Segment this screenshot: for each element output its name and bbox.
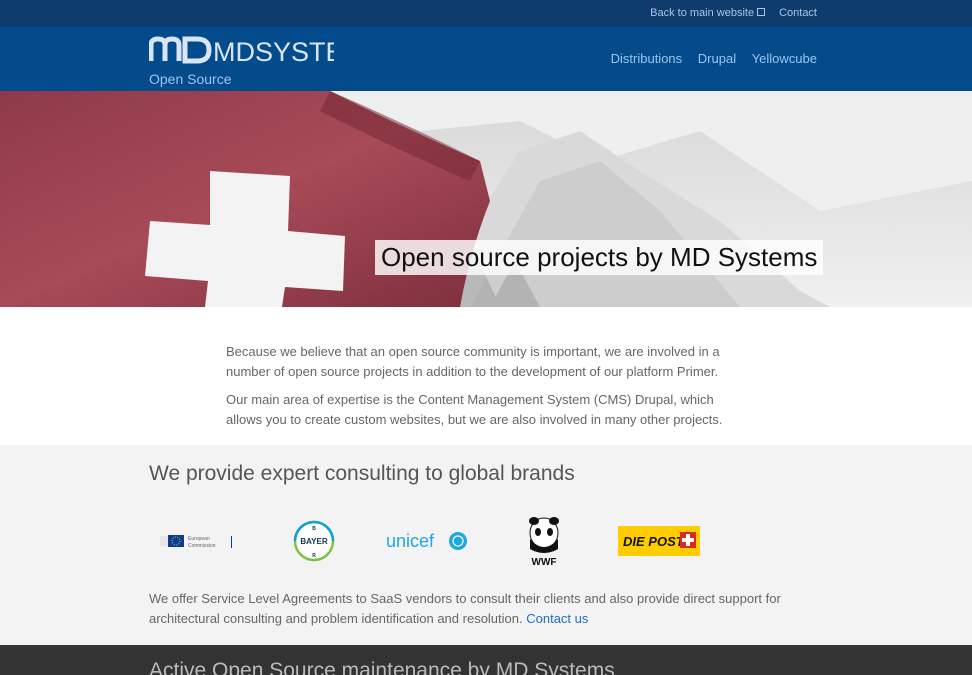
contact-us-link[interactable]: Contact us [526, 611, 588, 626]
sla-paragraph: We offer Service Level Agreements to Saa… [149, 591, 781, 626]
maintenance-section: Active Open Source maintenance by MD Sys… [0, 645, 972, 675]
back-to-main-link[interactable]: Back to main website [650, 7, 766, 19]
svg-text:unicef: unicef [386, 531, 435, 551]
svg-text:MDSYSTEMS: MDSYSTEMS [213, 37, 334, 67]
bayer-logo: BAYER B R [289, 513, 339, 569]
svg-text:WWF: WWF [532, 557, 557, 567]
md-logo-mark: MDSYSTEMS [149, 36, 334, 67]
external-link-icon [757, 8, 766, 16]
site-header: MDSYSTEMS Open Source Distributions Drup… [0, 27, 972, 91]
svg-text:Commission: Commission [188, 543, 216, 549]
die-post-logo: DIE POST [617, 513, 701, 569]
svg-text:R: R [312, 553, 316, 559]
main-nav: Distributions Drupal Yellowcube [599, 51, 817, 66]
hero-title: Open source projects by MD Systems [375, 240, 824, 275]
svg-text:DIE POST: DIE POST [623, 534, 685, 549]
client-logos: European Commission BAYER B R unicef WWF… [149, 513, 849, 569]
european-commission-logo: European Commission [157, 513, 237, 569]
nav-yellowcube[interactable]: Yellowcube [752, 51, 817, 66]
nav-distributions[interactable]: Distributions [611, 51, 683, 66]
top-bar: Back to main website Contact [0, 0, 972, 27]
svg-text:BAYER: BAYER [300, 537, 327, 546]
wwf-logo: WWF [521, 513, 567, 569]
nav-drupal[interactable]: Drupal [698, 51, 736, 66]
intro-section: Because we believe that an open source c… [226, 342, 726, 429]
intro-paragraph-1: Because we believe that an open source c… [226, 344, 720, 379]
top-links: Back to main website Contact [650, 7, 817, 19]
logo-subtitle: Open Source [149, 71, 232, 87]
site-logo[interactable]: MDSYSTEMS Open Source [149, 35, 334, 87]
intro-paragraph-2: Our main area of expertise is the Conten… [226, 392, 723, 427]
unicef-logo: unicef [383, 513, 473, 569]
svg-text:B: B [312, 526, 316, 532]
contact-link[interactable]: Contact [779, 7, 817, 19]
consulting-heading: We provide expert consulting to global b… [149, 462, 575, 485]
svg-text:European: European [188, 536, 210, 542]
maintenance-heading: Active Open Source maintenance by MD Sys… [149, 659, 615, 675]
consulting-section: We provide expert consulting to global b… [0, 445, 972, 645]
hero-banner: Open source projects by MD Systems [0, 91, 972, 307]
